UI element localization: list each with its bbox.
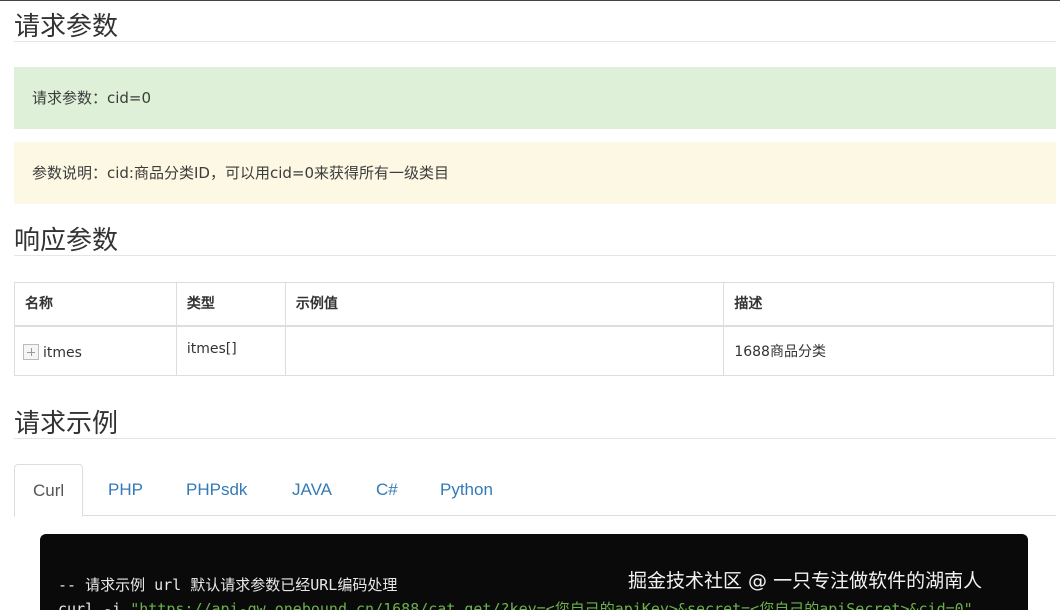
param-description-alert: 参数说明：cid:商品分类ID，可以用cid=0来获得所有一级类目 (14, 142, 1056, 204)
column-header-name: 名称 (14, 282, 177, 327)
code-command: curl -i (58, 600, 131, 610)
request-params-alert: 请求参数：cid=0 (14, 67, 1056, 129)
column-header-type: 类型 (175, 282, 286, 327)
code-command-line: curl -i "https://api-gw.onebound.cn/1688… (58, 598, 973, 610)
watermark-text: 掘金技术社区 @ 一只专注做软件的湖南人 (628, 570, 983, 592)
param-name: itmes (43, 344, 82, 361)
request-params-heading: 请求参数 (14, 12, 119, 42)
table-header-row: 名称 类型 示例值 描述 (14, 282, 1054, 327)
section-divider (14, 438, 1056, 439)
tab-python[interactable]: Python (422, 464, 511, 516)
tab-phpsdk[interactable]: PHPsdk (168, 464, 265, 516)
cell-type: itmes[] (175, 325, 286, 376)
section-divider (14, 41, 1056, 42)
column-header-example: 示例值 (284, 282, 725, 327)
expand-plus-icon[interactable] (23, 343, 39, 360)
cell-name: itmes (14, 325, 177, 376)
top-border (0, 0, 1060, 1)
code-url-string: "https://api-gw.onebound.cn/1688/cat_get… (130, 600, 973, 610)
language-tabs: Curl PHP PHPsdk JAVA C# Python (14, 464, 1056, 517)
code-comment-line: -- 请求示例 url 默认请求参数已经URL编码处理 (58, 576, 398, 594)
response-params-table: 名称 类型 示例值 描述 itmes itmes[] 1688商品分类 (14, 282, 1054, 376)
response-params-heading: 响应参数 (14, 226, 119, 256)
tab-php[interactable]: PHP (90, 464, 161, 516)
tab-java[interactable]: JAVA (274, 464, 350, 516)
section-divider (14, 255, 1056, 256)
table-row: itmes itmes[] 1688商品分类 (14, 325, 1054, 376)
cell-description: 1688商品分类 (723, 325, 1054, 376)
tab-csharp[interactable]: C# (358, 464, 416, 516)
cell-example (284, 325, 725, 376)
request-example-heading: 请求示例 (14, 409, 119, 439)
column-header-description: 描述 (723, 282, 1054, 327)
tab-curl[interactable]: Curl (14, 464, 84, 517)
